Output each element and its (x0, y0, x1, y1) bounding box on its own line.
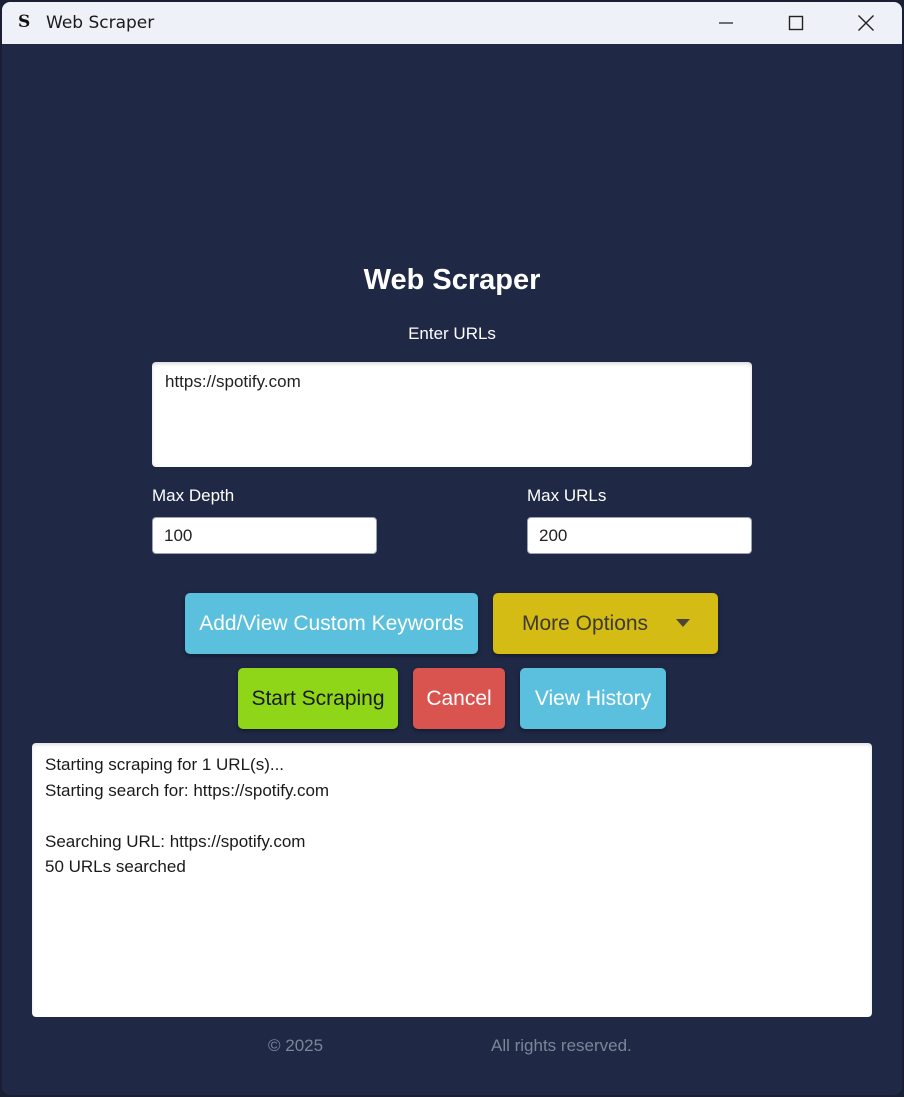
close-icon (858, 15, 874, 31)
maximize-button[interactable] (766, 2, 826, 44)
log-line: Starting scraping for 1 URL(s)... (45, 755, 285, 774)
urls-label: Enter URLs (408, 324, 496, 343)
footer-rights: All rights reserved. (491, 1036, 632, 1055)
footer-copyright: © 2025 (268, 1036, 324, 1055)
minimize-button[interactable] (696, 2, 756, 44)
app-logo-icon: S (18, 12, 31, 32)
max-depth-input[interactable] (152, 517, 377, 554)
title-bar: S Web Scraper (2, 2, 902, 44)
view-history-label: View History (534, 686, 652, 710)
maximize-icon (788, 15, 804, 31)
urls-input[interactable] (152, 362, 752, 467)
window-title: Web Scraper (46, 13, 155, 33)
close-button[interactable] (836, 2, 896, 44)
more-options-button[interactable]: More Options (493, 593, 718, 654)
minimize-icon (719, 22, 733, 24)
log-line: 50 URLs searched (45, 857, 186, 876)
caret-down-icon (676, 619, 690, 627)
view-history-button[interactable]: View History (520, 668, 666, 729)
page-title: Web Scraper (363, 264, 541, 296)
custom-keywords-button[interactable]: Add/View Custom Keywords (185, 593, 478, 654)
start-scraping-label: Start Scraping (251, 686, 385, 710)
max-depth-label: Max Depth (152, 486, 235, 505)
cancel-button[interactable]: Cancel (413, 668, 505, 729)
cancel-label: Cancel (426, 686, 492, 710)
app-window: S Web Scraper Web Scraper Enter URLs Max… (2, 2, 902, 1095)
max-urls-label: Max URLs (527, 486, 607, 505)
custom-keywords-label: Add/View Custom Keywords (199, 611, 464, 635)
max-urls-input[interactable] (527, 517, 752, 554)
log-line: Starting search for: https://spotify.com (45, 780, 330, 800)
log-line: Searching URL: https://spotify.com (45, 831, 306, 851)
log-output[interactable]: Starting scraping for 1 URL(s)... Starti… (32, 743, 872, 1017)
start-scraping-button[interactable]: Start Scraping (238, 668, 398, 729)
more-options-label: More Options (522, 611, 649, 635)
